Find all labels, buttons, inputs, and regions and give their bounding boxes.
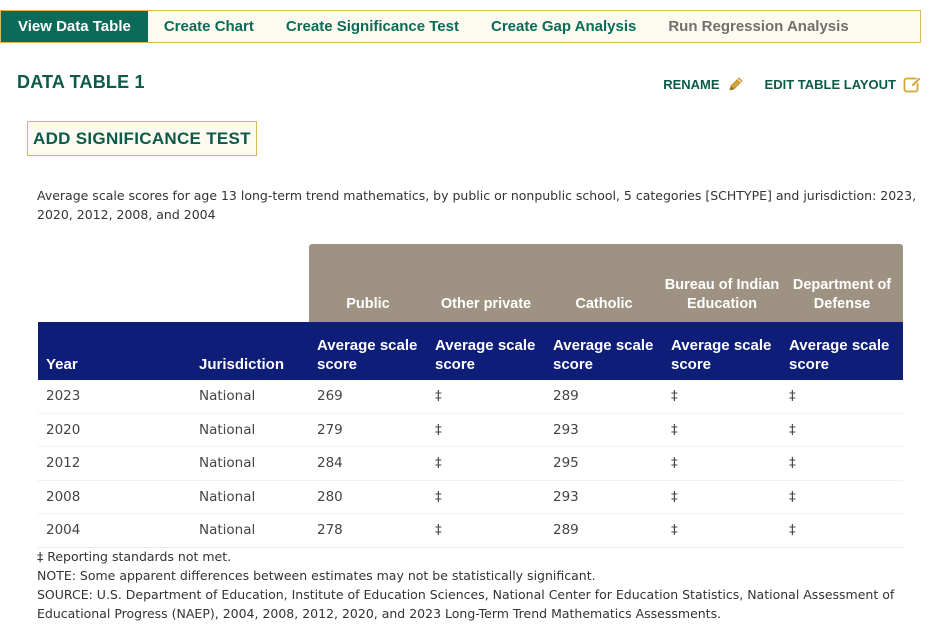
significance-note: NOTE: Some apparent differences between …: [37, 568, 596, 583]
group-header-row: Public Other private Catholic Bureau of …: [38, 244, 903, 322]
table-row: 2020 National 279 ‡ 293 ‡ ‡: [38, 413, 903, 447]
jurisdiction-cell: National: [191, 480, 309, 514]
value-cell: 284: [309, 446, 427, 481]
blank-header-cell: [38, 244, 191, 322]
value-cell: 278: [309, 513, 427, 548]
value-cell: ‡: [781, 413, 903, 447]
table-row: 2023 National 269 ‡ 289 ‡ ‡: [38, 380, 903, 414]
group-header-bureau-of-indian-education: Bureau of Indian Education: [663, 244, 781, 322]
blank-header-cell: [191, 244, 309, 322]
table-description: Average scale scores for age 13 long-ter…: [37, 188, 917, 222]
value-cell: ‡: [663, 413, 781, 447]
group-header-department-of-defense: Department of Defense: [781, 244, 903, 322]
table-footnotes: ‡ Reporting standards not met. NOTE: Som…: [37, 547, 917, 623]
table-row: 2008 National 280 ‡ 293 ‡ ‡: [38, 480, 903, 514]
value-cell: ‡: [663, 480, 781, 514]
table-row: 2004 National 278 ‡ 289 ‡ ‡: [38, 513, 903, 548]
value-cell: ‡: [427, 413, 545, 447]
edit-square-icon: [903, 75, 923, 93]
year-cell: 2004: [38, 513, 191, 548]
page-title: DATA TABLE 1: [17, 72, 145, 92]
group-header-catholic: Catholic: [545, 244, 663, 322]
column-header-row: Year Jurisdiction Average scale score Av…: [38, 322, 903, 380]
column-header-jurisdiction: Jurisdiction: [191, 322, 309, 380]
value-cell: 293: [545, 480, 663, 514]
column-header-measure: Average scale score: [309, 322, 427, 380]
jurisdiction-cell: National: [191, 513, 309, 548]
value-cell: ‡: [663, 513, 781, 548]
jurisdiction-cell: National: [191, 413, 309, 447]
source-note: SOURCE: U.S. Department of Education, In…: [37, 587, 895, 621]
column-header-measure: Average scale score: [663, 322, 781, 380]
value-cell: 269: [309, 380, 427, 414]
value-cell: ‡: [427, 446, 545, 481]
column-header-year: Year: [38, 322, 191, 380]
value-cell: ‡: [663, 380, 781, 414]
pencil-icon: [727, 75, 745, 93]
value-cell: ‡: [781, 480, 903, 514]
rename-button[interactable]: RENAME: [663, 75, 744, 93]
jurisdiction-cell: National: [191, 380, 309, 414]
column-header-measure: Average scale score: [427, 322, 545, 380]
value-cell: ‡: [427, 480, 545, 514]
tab-create-chart[interactable]: Create Chart: [148, 11, 270, 42]
value-cell: 279: [309, 413, 427, 447]
tab-run-regression-analysis[interactable]: Run Regression Analysis: [652, 11, 864, 42]
rename-label: RENAME: [663, 76, 720, 92]
add-significance-test-button[interactable]: ADD SIGNIFICANCE TEST: [27, 121, 257, 156]
edit-table-layout-button[interactable]: EDIT TABLE LAYOUT: [765, 75, 923, 93]
year-cell: 2023: [38, 380, 191, 414]
column-header-measure: Average scale score: [545, 322, 663, 380]
year-cell: 2020: [38, 413, 191, 447]
group-header-other-private: Other private: [427, 244, 545, 322]
year-cell: 2008: [38, 480, 191, 514]
value-cell: 293: [545, 413, 663, 447]
value-cell: ‡: [663, 446, 781, 481]
edit-table-layout-label: EDIT TABLE LAYOUT: [764, 76, 896, 92]
value-cell: 289: [545, 380, 663, 414]
table-row: 2012 National 284 ‡ 295 ‡ ‡: [38, 446, 903, 481]
tab-create-significance-test[interactable]: Create Significance Test: [270, 11, 475, 42]
value-cell: ‡: [781, 446, 903, 481]
tab-bar: View Data Table Create Chart Create Sign…: [0, 10, 921, 43]
data-table: Public Other private Catholic Bureau of …: [38, 244, 903, 548]
value-cell: ‡: [427, 380, 545, 414]
year-cell: 2012: [38, 446, 191, 481]
value-cell: ‡: [781, 513, 903, 548]
table-actions: RENAME EDIT TABLE LAYOUT: [643, 75, 923, 93]
value-cell: 289: [545, 513, 663, 548]
group-header-public: Public: [309, 244, 427, 322]
value-cell: ‡: [427, 513, 545, 548]
column-header-measure: Average scale score: [781, 322, 903, 380]
value-cell: 280: [309, 480, 427, 514]
jurisdiction-cell: National: [191, 446, 309, 481]
tab-view-data-table[interactable]: View Data Table: [1, 11, 148, 42]
tab-create-gap-analysis[interactable]: Create Gap Analysis: [475, 11, 652, 42]
reporting-standards-note: ‡ Reporting standards not met.: [37, 549, 232, 564]
value-cell: ‡: [781, 380, 903, 414]
value-cell: 295: [545, 446, 663, 481]
